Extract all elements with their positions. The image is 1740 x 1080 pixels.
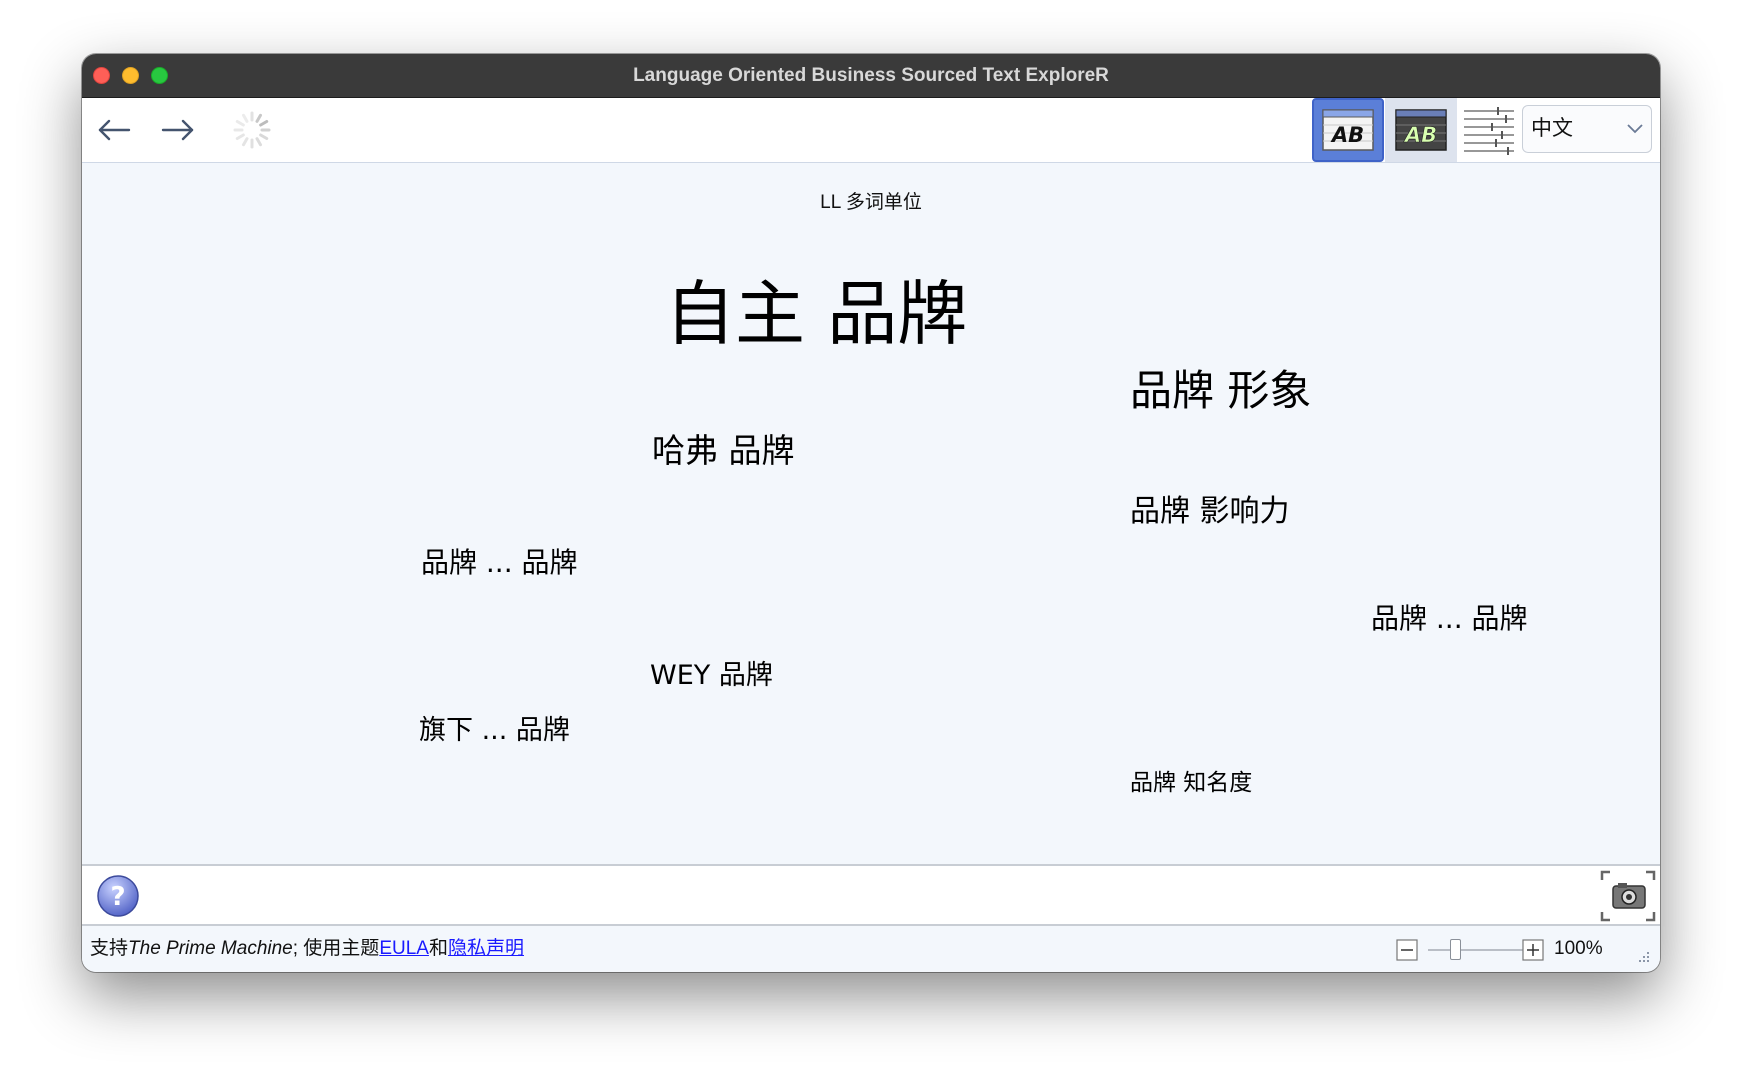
loading-spinner-icon <box>232 110 272 150</box>
toolbar: AB AB 中文 <box>82 98 1660 163</box>
language-select-value: 中文 <box>1531 117 1573 140</box>
window-title: Language Oriented Business Sourced Text … <box>633 65 1109 86</box>
zoom-level: 100% <box>1554 938 1603 959</box>
language-select[interactable]: 中文 <box>1522 105 1652 153</box>
sliders-icon <box>1464 107 1514 155</box>
credits-prefix: 支持 <box>90 938 129 959</box>
eula-link[interactable]: EULA <box>379 938 429 959</box>
app-window: Language Oriented Business Sourced Text … <box>82 54 1660 972</box>
product-name: The Prime Machine <box>128 938 293 959</box>
zoom-slider-track[interactable] <box>1428 949 1524 951</box>
chevron-down-icon <box>1627 124 1643 134</box>
credits-middle: ; 使用主题 <box>292 938 380 959</box>
settings-sliders-button[interactable] <box>1460 98 1518 162</box>
zoom-out-button[interactable] <box>1396 939 1418 961</box>
forward-button[interactable] <box>160 114 196 146</box>
arrow-right-icon <box>161 119 194 141</box>
arrow-left-icon <box>98 119 131 141</box>
help-icon: ? <box>97 875 139 917</box>
help-button[interactable]: ? <box>96 874 140 918</box>
cloud-term[interactable]: 哈弗 品牌 <box>652 424 795 472</box>
cloud-term[interactable]: WEY 品牌 <box>650 653 773 692</box>
resize-grip-icon[interactable] <box>1638 950 1650 962</box>
status-bar: 支持The Prime Machine; 使用主题EULA和隐私声明 100% <box>82 926 1660 972</box>
camera-icon <box>1600 870 1656 922</box>
cloud-term[interactable]: 品牌 ... 品牌 <box>1371 597 1528 637</box>
credits-text: 支持The Prime Machine; 使用主题EULA和隐私声明 <box>90 926 524 972</box>
screenshot-button[interactable] <box>1598 868 1658 924</box>
zoom-slider-thumb[interactable] <box>1450 939 1461 960</box>
credits-and: 和 <box>428 938 448 959</box>
minus-icon <box>1396 939 1418 961</box>
cloud-term[interactable]: 品牌 形象 <box>1130 357 1311 418</box>
cloud-heading: LL 多词单位 <box>820 192 922 213</box>
title-bar: Language Oriented Business Sourced Text … <box>82 54 1660 98</box>
zoom-in-button[interactable] <box>1522 939 1544 961</box>
svg-text:?: ? <box>110 882 125 912</box>
cloud-term[interactable]: 旗下 ... 品牌 <box>419 708 570 747</box>
back-button[interactable] <box>96 114 132 146</box>
dark-table-view-button[interactable]: AB <box>1385 98 1457 162</box>
table-view-button[interactable]: AB <box>1312 98 1384 162</box>
bottom-panel: ? <box>82 864 1660 926</box>
svg-text:AB: AB <box>1330 123 1364 147</box>
plus-icon <box>1522 939 1544 961</box>
svg-text:AB: AB <box>1403 123 1437 147</box>
word-cloud-panel: LL 多词单位 自主 品牌 品牌 形象 哈弗 品牌 品牌 影响力 品牌 ... … <box>82 163 1660 864</box>
cloud-term[interactable]: 品牌 影响力 <box>1130 486 1290 530</box>
cloud-term[interactable]: 品牌 知名度 <box>1130 763 1252 797</box>
ab-dark-table-icon: AB <box>1395 109 1447 151</box>
cloud-term[interactable]: 品牌 ... 品牌 <box>421 541 578 581</box>
cloud-term[interactable]: 自主 品牌 <box>665 258 967 359</box>
ab-table-icon: AB <box>1322 109 1374 151</box>
privacy-link[interactable]: 隐私声明 <box>448 938 524 959</box>
